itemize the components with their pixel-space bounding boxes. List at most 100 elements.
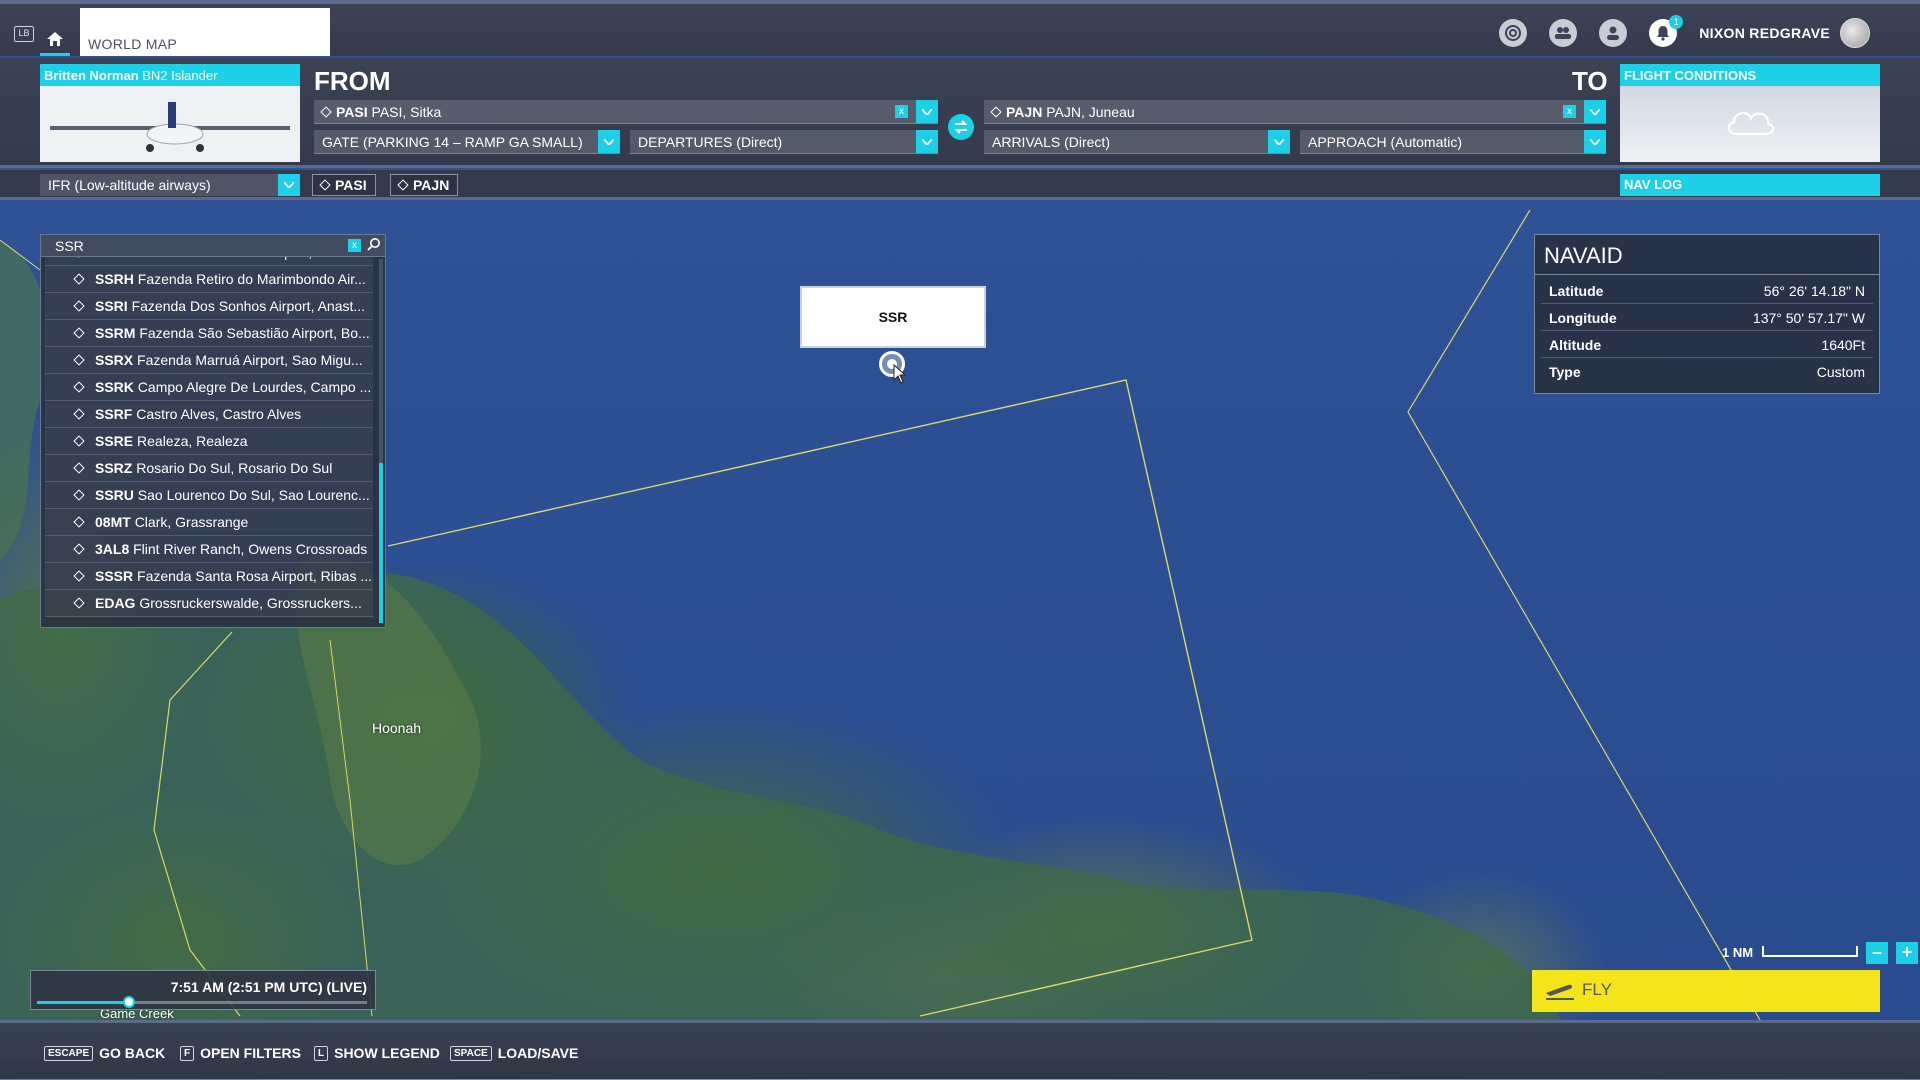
results-scrollbar[interactable] xyxy=(379,259,383,623)
search-result-item[interactable]: SSSR Fazenda Santa Rosa Airport, Ribas .… xyxy=(45,563,373,590)
time-of-day-panel: 7:51 AM (2:51 PM UTC) (LIVE) xyxy=(30,970,376,1010)
chevron-down-icon xyxy=(1590,109,1600,115)
arrivals-dropdown-button[interactable] xyxy=(1268,130,1290,153)
tab-world-map[interactable]: WORLD MAP xyxy=(80,8,330,56)
waypoint-chip-destination[interactable]: PAJN xyxy=(390,174,459,196)
nav-log-button[interactable]: NAV LOG xyxy=(1620,174,1880,196)
gate-dropdown[interactable]: GATE (PARKING 14 – RAMP GA SMALL) xyxy=(314,130,620,154)
route-type-dropdown-button[interactable] xyxy=(278,174,300,196)
hint-label: SHOW LEGEND xyxy=(334,1045,440,1061)
search-result-item[interactable]: SSRZ Rosario Do Sul, Rosario Do Sul xyxy=(45,455,373,482)
search-result-name: Fazenda Retiro do Marimbondo Air... xyxy=(137,271,366,287)
clear-search-button[interactable]: x xyxy=(348,239,361,252)
search-result-item[interactable]: SSRK Campo Alegre De Lourdes, Campo ... xyxy=(45,374,373,401)
search-result-text: SSRE Realeza, Realeza xyxy=(75,433,373,449)
route-type-dropdown[interactable]: IFR (Low-altitude airways) xyxy=(40,174,300,196)
search-result-code: 3AL8 xyxy=(95,541,130,557)
search-result-text: SSRZ Rosario Do Sul, Rosario Do Sul xyxy=(75,460,373,476)
fly-button[interactable]: FLY xyxy=(1532,970,1880,1012)
search-result-text: SSRX Fazenda Marruá Airport, Sao Migu... xyxy=(75,352,373,368)
clear-to-button[interactable]: x xyxy=(1563,105,1576,118)
search-input[interactable]: SSR x xyxy=(41,235,385,257)
waypoint-chip-origin[interactable]: PASI xyxy=(312,174,376,196)
zoom-out-button[interactable]: – xyxy=(1866,942,1888,964)
arrivals-dropdown[interactable]: ARRIVALS (Direct) xyxy=(984,130,1290,154)
to-airport-name: PAJN, Juneau xyxy=(1046,104,1135,120)
search-result-item[interactable]: SSRM Fazenda São Sebastião Airport, Bo..… xyxy=(45,320,373,347)
search-results-list[interactable]: SSRG Fazenda Santa Ines Airport, Rio Bri… xyxy=(45,257,373,623)
user-icon xyxy=(1607,26,1620,40)
to-label: TO xyxy=(1572,66,1608,96)
notifications-button[interactable]: 1 xyxy=(1649,15,1684,47)
search-result-item[interactable]: SSRE Realeza, Realeza xyxy=(45,428,373,455)
from-airport-field[interactable]: PASI PASI, Sitka x xyxy=(314,100,938,124)
search-result-text: 08MT Clark, Grassrange xyxy=(75,514,373,530)
hint-open-filters[interactable]: F OPEN FILTERS xyxy=(180,1045,301,1061)
cloud-icon xyxy=(1727,112,1775,136)
coastline-land xyxy=(0,573,1560,1020)
hint-load-save[interactable]: SPACE LOAD/SAVE xyxy=(450,1045,578,1061)
activity-button[interactable] xyxy=(1499,19,1528,47)
search-result-item[interactable]: 3AL8 Flint River Ranch, Owens Crossroads xyxy=(45,536,373,563)
search-result-name: Fazenda Dos Sonhos Airport, Anast... xyxy=(131,298,366,314)
notification-badge: 1 xyxy=(1669,15,1684,29)
flight-conditions-card[interactable]: FLIGHT CONDITIONS xyxy=(1620,64,1880,162)
navaid-row-longitude: Longitude 137° 50' 57.17" W xyxy=(1541,304,1873,331)
search-result-code: SSRX xyxy=(95,352,134,368)
from-airport-dropdown-button[interactable] xyxy=(916,100,938,123)
departures-dropdown[interactable]: DEPARTURES (Direct) xyxy=(630,130,938,154)
to-airport-dropdown-button[interactable] xyxy=(1584,100,1606,123)
search-result-code: SSRK xyxy=(95,379,134,395)
aircraft-image xyxy=(40,86,300,162)
navaid-row-type: Type Custom xyxy=(1541,358,1873,385)
approach-dropdown-button[interactable] xyxy=(1584,130,1606,153)
avatar[interactable] xyxy=(1840,18,1870,48)
zoom-in-button[interactable]: + xyxy=(1896,942,1918,964)
navaid-row-latitude: Latitude 56° 26' 14.18" N xyxy=(1541,277,1873,304)
navaid-value: 56° 26' 14.18" N xyxy=(1763,283,1865,299)
search-result-text: EDAG Grossruckerswalde, Grossruckers... xyxy=(75,595,373,611)
home-button[interactable] xyxy=(40,26,70,56)
hint-go-back[interactable]: ESCAPE GO BACK xyxy=(44,1045,165,1061)
approach-dropdown[interactable]: APPROACH (Automatic) xyxy=(1300,130,1606,154)
to-airport-field[interactable]: PAJN PAJN, Juneau x xyxy=(984,100,1606,124)
keycap: L xyxy=(314,1045,329,1061)
search-result-name: Campo Alegre De Lourdes, Campo ... xyxy=(137,379,372,395)
username[interactable]: NIXON REDGRAVE xyxy=(1699,25,1830,41)
search-result-item[interactable]: 08MT Clark, Grassrange xyxy=(45,509,373,536)
swap-airports-button[interactable] xyxy=(948,114,974,140)
profile-button[interactable] xyxy=(1599,19,1628,47)
search-result-item[interactable]: SSRX Fazenda Marruá Airport, Sao Migu... xyxy=(45,347,373,374)
hint-show-legend[interactable]: L SHOW LEGEND xyxy=(314,1045,440,1061)
gate-dropdown-button[interactable] xyxy=(598,130,620,153)
navaid-panel: NAVAID Latitude 56° 26' 14.18" N Longitu… xyxy=(1534,234,1880,394)
hint-label: OPEN FILTERS xyxy=(200,1045,301,1061)
search-result-item[interactable]: SSRF Castro Alves, Castro Alves xyxy=(45,401,373,428)
from-airport-name: PASI, Sitka xyxy=(371,104,442,120)
search-result-item[interactable]: SSRH Fazenda Retiro do Marimbondo Air... xyxy=(45,266,373,293)
search-result-item[interactable]: EDAG Grossruckerswalde, Grossruckers... xyxy=(45,590,373,617)
search-result-name: Clark, Grassrange xyxy=(134,514,249,530)
search-result-item[interactable]: SSRI Fazenda Dos Sonhos Airport, Anast..… xyxy=(45,293,373,320)
time-slider[interactable] xyxy=(37,996,367,1008)
search-result-item[interactable]: SSRG Fazenda Santa Ines Airport, Rio Bri… xyxy=(45,257,373,266)
clear-from-button[interactable]: x xyxy=(895,105,908,118)
multiplayer-button[interactable] xyxy=(1549,19,1578,47)
search-result-item[interactable]: SSRU Sao Lourenco Do Sul, Sao Lourenc... xyxy=(45,482,373,509)
time-slider-handle[interactable] xyxy=(123,996,136,1008)
search-icon[interactable] xyxy=(367,237,381,251)
aircraft-title: Britten Norman BN2 Islander xyxy=(40,64,300,86)
approach-value: APPROACH (Automatic) xyxy=(1308,134,1463,150)
time-label: 7:51 AM (2:51 PM UTC) (LIVE) xyxy=(170,979,367,995)
search-result-name: Castro Alves, Castro Alves xyxy=(136,406,302,422)
lb-key-hint[interactable]: LB xyxy=(14,26,34,42)
search-result-name: Sao Lourenco Do Sul, Sao Lourenc... xyxy=(137,487,370,503)
search-result-code: SSRZ xyxy=(95,460,133,476)
search-result-name: Fazenda São Sebastião Airport, Bo... xyxy=(139,325,370,341)
departures-dropdown-button[interactable] xyxy=(916,130,938,153)
results-scroll-thumb[interactable] xyxy=(379,463,383,623)
waypoint-callout[interactable]: SSR xyxy=(800,286,986,348)
aircraft-card[interactable]: Britten Norman BN2 Islander xyxy=(40,64,300,162)
aircraft-model: BN2 Islander xyxy=(142,68,218,83)
waypoint-diamond-icon xyxy=(319,179,331,191)
